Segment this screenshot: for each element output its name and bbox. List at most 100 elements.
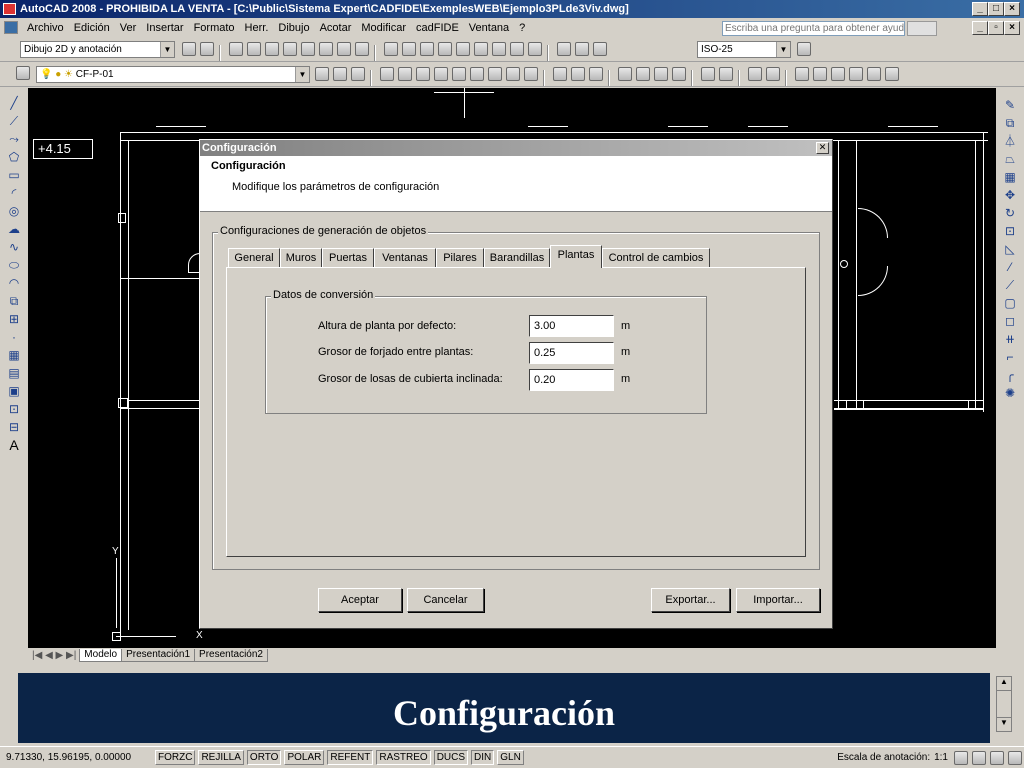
insert-block-icon[interactable]: ⧉ — [6, 293, 22, 309]
menu-ver[interactable]: Ver — [115, 22, 142, 34]
menu-herr[interactable]: Herr. — [240, 22, 274, 34]
aceptar-button[interactable]: Aceptar — [318, 588, 402, 612]
calculator-icon[interactable] — [885, 67, 900, 81]
lock-icon[interactable] — [990, 750, 1004, 765]
toggle-forzc[interactable]: FORZC — [155, 750, 196, 765]
diameter-dim-icon[interactable] — [337, 42, 352, 56]
tab-control-de-cambios[interactable]: Control de cambios — [602, 248, 710, 268]
toggle-orto[interactable]: ORTO — [246, 750, 282, 765]
explode-icon[interactable]: ✺ — [1002, 385, 1018, 401]
zoom-all-icon[interactable] — [506, 67, 521, 81]
continue-dim-icon[interactable] — [420, 42, 435, 56]
autocad-app-icon[interactable] — [3, 3, 16, 15]
arc-icon[interactable]: ◜ — [6, 185, 22, 201]
zoom-scale-icon[interactable] — [434, 67, 449, 81]
circle-icon[interactable]: ◎ — [6, 203, 22, 219]
copy-icon[interactable]: ⧉ — [1002, 115, 1018, 131]
floor-height-input[interactable]: 3.00 — [529, 315, 614, 337]
array-icon[interactable]: ▦ — [1002, 169, 1018, 185]
linear-dim-icon[interactable] — [229, 42, 244, 56]
menu-archivo[interactable]: Archivo — [22, 22, 69, 34]
exportar-button[interactable]: Exportar... — [651, 588, 730, 612]
multiline-text-icon[interactable]: A — [6, 437, 22, 453]
extend-icon[interactable]: ⟋ — [1002, 277, 1018, 293]
rectangle-icon[interactable]: ▭ — [6, 167, 22, 183]
doc-close-button[interactable]: × — [1004, 21, 1020, 35]
cut-icon[interactable] — [701, 67, 716, 81]
ellipse-icon[interactable]: ⬭ — [6, 257, 22, 273]
tab-modelo[interactable]: Modelo — [79, 648, 123, 662]
auto-scale-icon[interactable] — [972, 750, 986, 765]
3d-dwf-icon[interactable] — [672, 67, 687, 81]
angular-dim-icon[interactable] — [355, 42, 370, 56]
menu-modificar[interactable]: Modificar — [356, 22, 411, 34]
center-mark-icon[interactable] — [492, 42, 507, 56]
rotate-icon[interactable]: ↻ — [1002, 205, 1018, 221]
workspace-select[interactable]: Dibujo 2D y anotación ▼ — [20, 41, 175, 58]
dim-space-icon[interactable] — [438, 42, 453, 56]
scroll-down-icon[interactable]: ▼ — [997, 717, 1011, 731]
cancelar-button[interactable]: Cancelar — [407, 588, 484, 612]
move-icon[interactable]: ✥ — [1002, 187, 1018, 203]
zoom-dynamic-icon[interactable] — [416, 67, 431, 81]
save-icon[interactable] — [589, 67, 604, 81]
undo-icon[interactable] — [748, 67, 763, 81]
tab-muros[interactable]: Muros — [280, 248, 322, 268]
clean-screen-icon[interactable] — [1008, 750, 1022, 765]
jogged-linear-icon[interactable] — [528, 42, 543, 56]
dim-edit-icon[interactable] — [557, 42, 572, 56]
toggle-din[interactable]: DIN — [471, 750, 495, 765]
doc-restore-button[interactable]: ▫ — [988, 21, 1004, 35]
jogged-dim-icon[interactable] — [319, 42, 334, 56]
annotation-scale-value[interactable]: 1:1 — [930, 752, 952, 763]
toggle-polar[interactable]: POLAR — [284, 750, 325, 765]
construction-line-icon[interactable]: ⟋ — [6, 113, 22, 129]
zoom-realtime-icon[interactable] — [380, 67, 395, 81]
workspace-settings-icon[interactable] — [182, 42, 196, 56]
redo-icon[interactable] — [766, 67, 781, 81]
hatch-icon[interactable]: ▦ — [6, 347, 22, 363]
help-search-button[interactable] — [907, 21, 937, 36]
ellipse-arc-icon[interactable]: ◠ — [6, 275, 22, 291]
break-icon[interactable]: ◻ — [1002, 313, 1018, 329]
line-icon[interactable]: ╱ — [6, 95, 22, 111]
tool-palettes-icon[interactable] — [831, 67, 846, 81]
menu-insertar[interactable]: Insertar — [141, 22, 188, 34]
menu-dibujo[interactable]: Dibujo — [273, 22, 314, 34]
ordinate-dim-icon[interactable] — [283, 42, 298, 56]
menu-acotar[interactable]: Acotar — [315, 22, 357, 34]
dimstyle-select[interactable]: ISO-25 ▼ — [697, 41, 791, 58]
close-button[interactable]: × — [1004, 2, 1020, 16]
trim-icon[interactable]: ⁄ — [1002, 259, 1018, 275]
join-icon[interactable]: ⧺ — [1002, 331, 1018, 347]
tab-pilares[interactable]: Pilares — [436, 248, 484, 268]
break-at-point-icon[interactable]: ▢ — [1002, 295, 1018, 311]
menu-ventana[interactable]: Ventana — [464, 22, 514, 34]
layer-manager-icon[interactable] — [16, 66, 30, 80]
menu-formato[interactable]: Formato — [189, 22, 240, 34]
match-properties-icon[interactable] — [719, 67, 734, 81]
layer-select[interactable]: 💡 ● ☀ CF-P-01 ▼ — [36, 66, 310, 83]
tab-plantas[interactable]: Plantas — [550, 245, 602, 268]
inspect-icon[interactable] — [510, 42, 525, 56]
coordinates-readout[interactable]: 9.71330, 15.96195, 0.00000 — [0, 752, 155, 763]
tab-puertas[interactable]: Puertas — [322, 248, 374, 268]
zoom-out-icon[interactable] — [488, 67, 503, 81]
command-scrollbar[interactable]: ▲ ▼ — [996, 676, 1012, 732]
offset-icon[interactable]: ⏢ — [1002, 151, 1018, 167]
chamfer-icon[interactable]: ⌐ — [1002, 349, 1018, 365]
revision-cloud-icon[interactable]: ☁ — [6, 221, 22, 237]
gradient-icon[interactable]: ▤ — [6, 365, 22, 381]
sheet-set-icon[interactable] — [849, 67, 864, 81]
menu-cadfide[interactable]: cadFIDE — [411, 22, 464, 34]
new-file-icon[interactable] — [553, 67, 568, 81]
region-icon[interactable]: ▣ — [6, 383, 22, 399]
help-search-input[interactable]: Escriba una pregunta para obtener ayuda — [722, 21, 905, 36]
toggle-gln[interactable]: GLN — [497, 750, 524, 765]
roof-slab-thickness-input[interactable]: 0.20 — [529, 369, 614, 391]
layer-states-icon[interactable] — [351, 67, 365, 81]
plot-icon[interactable] — [618, 67, 633, 81]
tab-general[interactable]: General — [228, 248, 280, 268]
workspace-icon[interactable] — [200, 42, 214, 56]
aligned-dim-icon[interactable] — [247, 42, 262, 56]
